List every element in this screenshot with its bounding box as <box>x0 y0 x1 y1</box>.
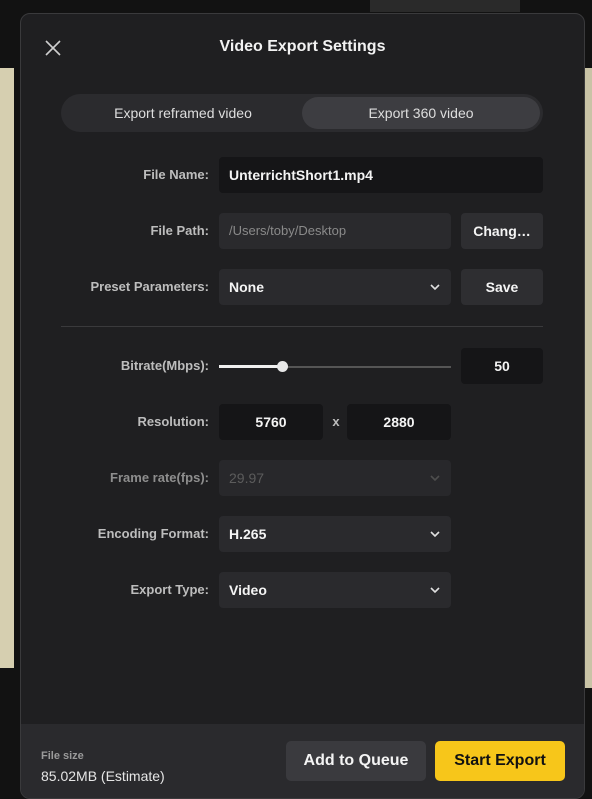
change-path-button[interactable]: Chang… <box>461 213 543 249</box>
file-name-row: File Name: UnterrichtShort1.mp4 <box>21 157 584 193</box>
bitrate-input[interactable]: 50 <box>461 348 543 384</box>
start-export-button[interactable]: Start Export <box>435 741 565 781</box>
tab-export-360[interactable]: Export 360 video <box>302 97 540 129</box>
background-app-right <box>584 68 592 688</box>
divider <box>61 326 543 327</box>
chevron-down-icon <box>430 284 440 291</box>
resolution-width-input[interactable]: 5760 <box>219 404 323 440</box>
file-path-label: File Path: <box>150 223 209 238</box>
background-app-top <box>370 0 520 12</box>
dialog-footer: File size 85.02MB (Estimate) Add to Queu… <box>21 724 584 798</box>
export-type-label: Export Type: <box>130 582 210 597</box>
frame-rate-row: Frame rate(fps): 29.97 <box>21 460 584 496</box>
resolution-height-input[interactable]: 2880 <box>347 404 451 440</box>
chevron-down-icon <box>430 587 440 594</box>
export-mode-toggle: Export reframed video Export 360 video <box>61 94 543 132</box>
dialog-title: Video Export Settings <box>219 38 386 55</box>
encoding-dropdown[interactable]: H.265 <box>219 516 451 552</box>
resolution-separator: x <box>332 414 340 429</box>
resolution-row: Resolution: 5760 x 2880 <box>21 404 584 440</box>
chevron-down-icon <box>430 475 440 482</box>
export-type-row: Export Type: Video <box>21 572 584 608</box>
export-type-value: Video <box>229 582 267 598</box>
add-to-queue-button[interactable]: Add to Queue <box>286 741 426 781</box>
encoding-label: Encoding Format: <box>97 526 209 541</box>
export-type-dropdown[interactable]: Video <box>219 572 451 608</box>
bitrate-slider-handle[interactable] <box>277 361 288 372</box>
dialog-header: Video Export Settings <box>21 14 584 80</box>
encoding-row: Encoding Format: H.265 <box>21 516 584 552</box>
preset-dropdown[interactable]: None <box>219 269 451 305</box>
file-path-field: /Users/toby/Desktop <box>219 213 451 249</box>
background-app-left <box>0 68 14 668</box>
save-preset-button[interactable]: Save <box>461 269 543 305</box>
frame-rate-dropdown: 29.97 <box>219 460 451 496</box>
resolution-label: Resolution: <box>137 414 210 429</box>
bitrate-slider-fill <box>219 365 282 368</box>
file-size-value: 85.02MB (Estimate) <box>41 768 165 784</box>
file-name-input[interactable]: UnterrichtShort1.mp4 <box>219 157 543 193</box>
bitrate-label: Bitrate(Mbps): <box>120 358 209 373</box>
preset-label: Preset Parameters: <box>90 279 209 294</box>
preset-value: None <box>229 279 264 295</box>
preset-row: Preset Parameters: None Save <box>21 269 584 305</box>
frame-rate-value: 29.97 <box>229 470 265 486</box>
chevron-down-icon <box>430 531 440 538</box>
file-name-label: File Name: <box>143 167 209 182</box>
export-settings-dialog: Video Export Settings Export reframed vi… <box>20 13 585 799</box>
encoding-value: H.265 <box>229 526 267 542</box>
file-path-row: File Path: /Users/toby/Desktop Chang… <box>21 213 584 249</box>
frame-rate-label: Frame rate(fps): <box>110 470 209 485</box>
tab-export-reframed[interactable]: Export reframed video <box>64 97 302 129</box>
file-size-label: File size <box>41 750 84 762</box>
